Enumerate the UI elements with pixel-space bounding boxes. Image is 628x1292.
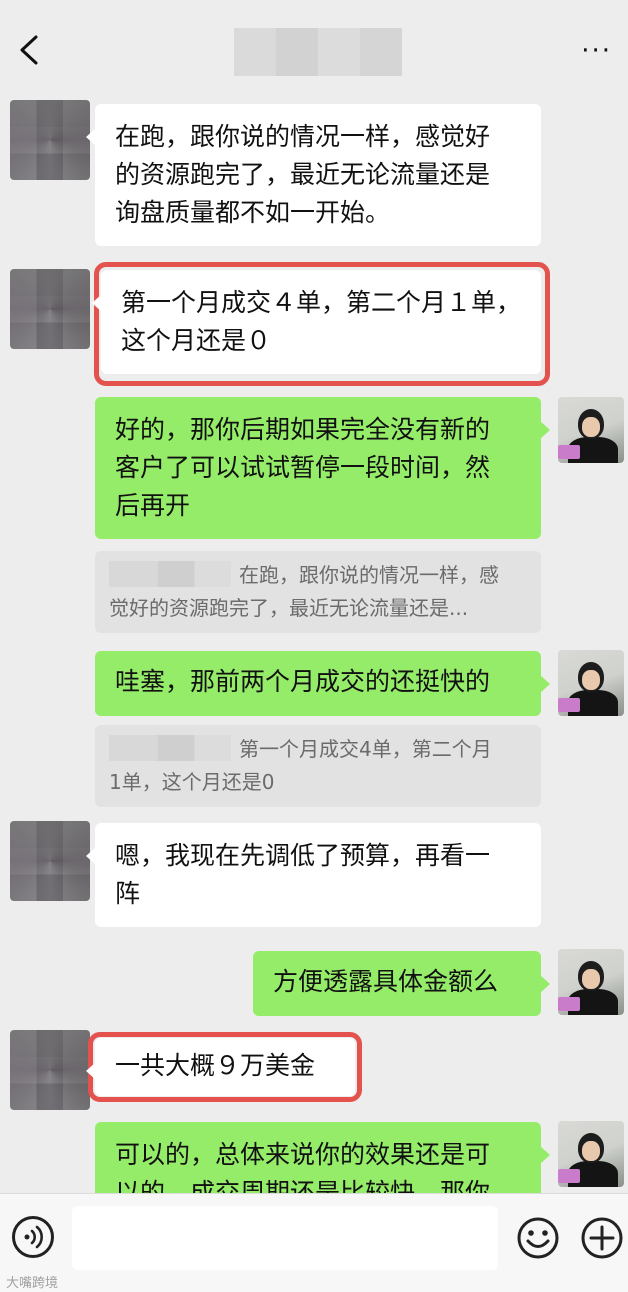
message-text-line: 一共大概９万美金	[115, 1051, 316, 1080]
message-text-line: 第一个月成交４单，第二个月１单，	[121, 288, 522, 317]
my-avatar[interactable]	[558, 650, 624, 716]
message-bubble-outgoing[interactable]: 哇塞，那前两个月成交的还挺快的	[95, 651, 550, 716]
emoji-icon[interactable]	[516, 1216, 560, 1260]
message-text-line: 在跑，跟你说的情况一样，感觉好	[115, 122, 491, 151]
message-text-line: 好的，那你后期如果完全没有新的	[115, 415, 491, 444]
message-bubble-outgoing[interactable]: 可以的，总体来说你的效果还是可 以的，成交周期还是比较快，那你	[95, 1122, 550, 1193]
quoted-message[interactable]: 在跑，跟你说的情况一样，感 觉好的资源跑完了，最近无论流量还是...	[95, 551, 541, 633]
my-avatar[interactable]	[558, 1121, 624, 1187]
message-bubble-incoming[interactable]: 一共大概９万美金	[86, 1038, 355, 1096]
message-text-line: 可以的，总体来说你的效果还是可	[115, 1140, 491, 1169]
input-toolbar	[0, 1193, 628, 1292]
message-text-line: 哇塞，那前两个月成交的还挺快的	[115, 667, 491, 696]
voice-input-button[interactable]	[12, 1216, 54, 1258]
my-avatar[interactable]	[558, 397, 624, 463]
message-text-line: 这个月还是０	[121, 326, 272, 355]
message-text-line: 以的，成交周期还是比较快，那你	[115, 1178, 491, 1193]
contact-avatar[interactable]	[10, 1030, 90, 1110]
voice-icon	[24, 1225, 43, 1249]
message-bubble-incoming[interactable]: 第一个月成交４单，第二个月１单， 这个月还是０	[92, 270, 541, 374]
chat-header: ···	[0, 12, 628, 90]
message-text-line: 后再开	[115, 491, 191, 520]
message-bubble-incoming[interactable]: 嗯，我现在先调低了预算，再看一 阵	[86, 823, 541, 927]
quoted-sender-blurred	[109, 735, 231, 761]
my-avatar[interactable]	[558, 949, 624, 1015]
contact-avatar[interactable]	[10, 821, 90, 901]
quoted-text-line: 觉好的资源跑完了，最近无论流量还是...	[109, 596, 469, 620]
contact-avatar[interactable]	[10, 269, 90, 349]
quoted-sender-blurred	[109, 561, 231, 587]
message-list[interactable]: 在跑，跟你说的情况一样，感觉好 的资源跑完了，最近无论流量还是 询盘质量都不如一…	[0, 90, 628, 1193]
quoted-message[interactable]: 第一个月成交4单，第二个月 1单，这个月还是0	[95, 725, 541, 807]
message-text-line: 客户了可以试试暂停一段时间，然	[115, 453, 491, 482]
plus-icon[interactable]	[580, 1216, 624, 1260]
message-bubble-outgoing[interactable]: 方便透露具体金额么	[253, 951, 550, 1016]
message-text-line: 阵	[115, 879, 141, 908]
message-bubble-outgoing[interactable]: 好的，那你后期如果完全没有新的 客户了可以试试暂停一段时间，然 后再开	[95, 397, 550, 539]
back-arrow-icon[interactable]	[16, 34, 44, 66]
more-options-icon[interactable]: ···	[581, 36, 612, 66]
message-bubble-incoming[interactable]: 在跑，跟你说的情况一样，感觉好 的资源跑完了，最近无论流量还是 询盘质量都不如一…	[86, 104, 541, 246]
message-text-line: 方便透露具体金额么	[273, 967, 499, 996]
quoted-text-line: 1单，这个月还是0	[109, 770, 275, 794]
watermark-text: 大嘴跨境	[6, 1276, 59, 1291]
status-bar	[0, 0, 628, 12]
contact-avatar[interactable]	[10, 100, 90, 180]
contact-name-blurred	[234, 28, 402, 76]
message-text-line: 的资源跑完了，最近无论流量还是	[115, 160, 491, 189]
message-text-line: 询盘质量都不如一开始。	[115, 198, 391, 227]
quoted-text-line: 在跑，跟你说的情况一样，感	[239, 563, 499, 587]
quoted-text-line: 第一个月成交4单，第二个月	[239, 737, 492, 761]
message-input[interactable]	[72, 1206, 498, 1270]
message-text-line: 嗯，我现在先调低了预算，再看一	[115, 841, 491, 870]
